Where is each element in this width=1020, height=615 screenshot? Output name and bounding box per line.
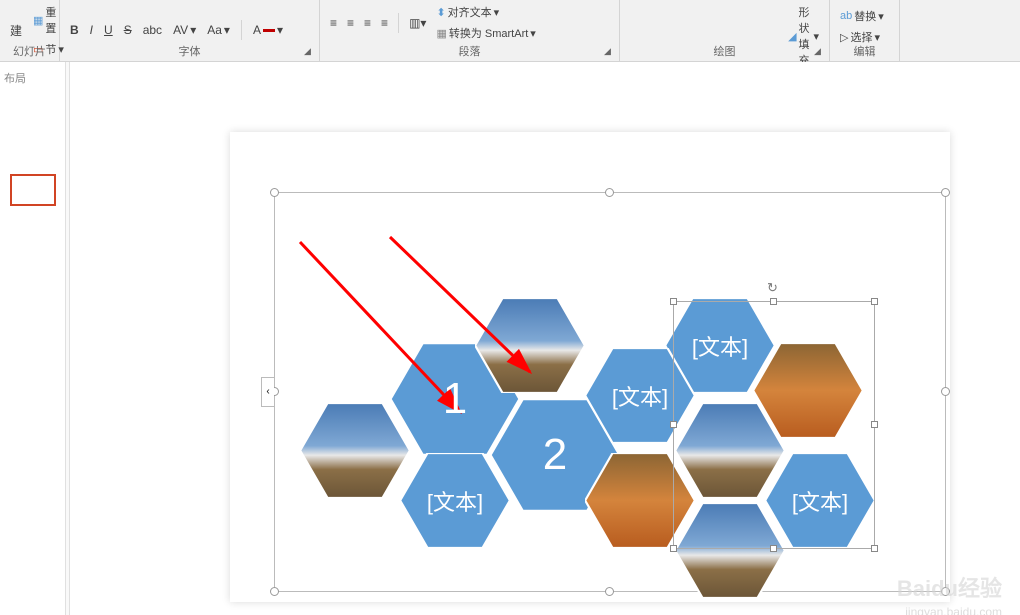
layout-label: 布局 bbox=[0, 62, 65, 94]
shadow-button[interactable]: abc bbox=[139, 21, 166, 39]
ribbon-group-paragraph: ≡ ≡ ≡ ≡ ▥▾ ⬍ 对齐文本 ▾ ▦ 转换为 SmartArt ▾ 段落 … bbox=[320, 0, 620, 61]
slide-canvas: ‹ 1 2 bbox=[70, 62, 1020, 615]
inner-handle[interactable] bbox=[770, 545, 777, 552]
ribbon-group-editing: ab 替换 ▾ ▷ 选择 ▾ 编辑 bbox=[830, 0, 900, 61]
convert-smartart-button[interactable]: ▦ 转换为 SmartArt ▾ bbox=[432, 23, 539, 43]
ribbon-group-font: B I U S abc AV▾ Aa▾ A▾ 字体 ◢ bbox=[60, 0, 320, 61]
ribbon-group-slides: 建 ▦ 重置 ▭ 节 ▾ 幻灯片 bbox=[0, 0, 60, 61]
drawing-dialog-launcher[interactable]: ◢ bbox=[814, 46, 826, 58]
main-area: 布局 ‹ 1 bbox=[0, 62, 1020, 615]
hexagon-text-3[interactable]: [文本] bbox=[400, 453, 510, 548]
group-label-paragraph: 段落 bbox=[320, 43, 619, 59]
columns-button[interactable]: ▥▾ bbox=[405, 14, 430, 32]
inner-handle[interactable] bbox=[670, 545, 677, 552]
ribbon: 建 ▦ 重置 ▭ 节 ▾ 幻灯片 B I U S abc AV▾ Aa▾ A▾ … bbox=[0, 0, 1020, 62]
inner-handle[interactable] bbox=[770, 298, 777, 305]
inner-handle[interactable] bbox=[670, 298, 677, 305]
replace-button[interactable]: ab 替换 ▾ bbox=[836, 6, 893, 26]
hexagon-image-mountain-2[interactable] bbox=[300, 403, 410, 498]
align-right-button[interactable]: ≡ bbox=[360, 14, 375, 32]
font-color-button[interactable]: A▾ bbox=[249, 21, 287, 39]
new-slide-button[interactable]: 建 bbox=[6, 20, 26, 41]
watermark-url: jingyan.baidu.com bbox=[905, 605, 1002, 615]
align-left-button[interactable]: ≡ bbox=[326, 14, 341, 32]
shape-fill-button[interactable]: ◢ 形状填充 ▾ bbox=[784, 2, 823, 70]
bold-button[interactable]: B bbox=[66, 21, 83, 39]
italic-button[interactable]: I bbox=[86, 21, 97, 39]
inner-handle[interactable] bbox=[871, 298, 878, 305]
inner-handle[interactable] bbox=[670, 421, 677, 428]
rotation-handle[interactable]: ↻ bbox=[767, 280, 778, 296]
align-text-button[interactable]: ⬍ 对齐文本 ▾ bbox=[432, 2, 539, 22]
paragraph-dialog-launcher[interactable]: ◢ bbox=[604, 46, 616, 58]
inner-handle[interactable] bbox=[871, 545, 878, 552]
justify-button[interactable]: ≡ bbox=[377, 14, 392, 32]
hexagon-image-mountain-1[interactable] bbox=[475, 298, 585, 393]
slide[interactable]: ‹ 1 2 bbox=[230, 132, 950, 602]
watermark: Baidu经验 bbox=[897, 571, 1002, 603]
group-label-font: 字体 bbox=[60, 43, 319, 59]
hexagon-cluster: 1 2 [文本] bbox=[275, 193, 945, 591]
slide-thumbnail-1[interactable] bbox=[10, 174, 56, 206]
group-label-editing: 编辑 bbox=[830, 43, 899, 59]
group-label-drawing: 绘图 bbox=[620, 43, 829, 59]
text-pane-toggle[interactable]: ‹ bbox=[261, 377, 274, 407]
strikethrough-button[interactable]: S bbox=[120, 21, 136, 39]
ribbon-group-drawing: ▭▭⬯△⬠○ ╲↘⬡{☆▾ ⬚排列 ✏快速样式 ◢ 形状填充 ▾ ▭ 形状轮廓 … bbox=[620, 0, 830, 61]
char-spacing-button[interactable]: AV▾ bbox=[169, 21, 200, 39]
underline-button[interactable]: U bbox=[100, 21, 117, 39]
smartart-selection[interactable]: ‹ 1 2 bbox=[274, 192, 946, 592]
slide-panel: 布局 bbox=[0, 62, 66, 615]
align-center-button[interactable]: ≡ bbox=[343, 14, 358, 32]
change-case-button[interactable]: Aa▾ bbox=[203, 21, 234, 39]
inner-handle[interactable] bbox=[871, 421, 878, 428]
group-label-slides: 幻灯片 bbox=[0, 43, 59, 59]
font-dialog-launcher[interactable]: ◢ bbox=[304, 46, 316, 58]
